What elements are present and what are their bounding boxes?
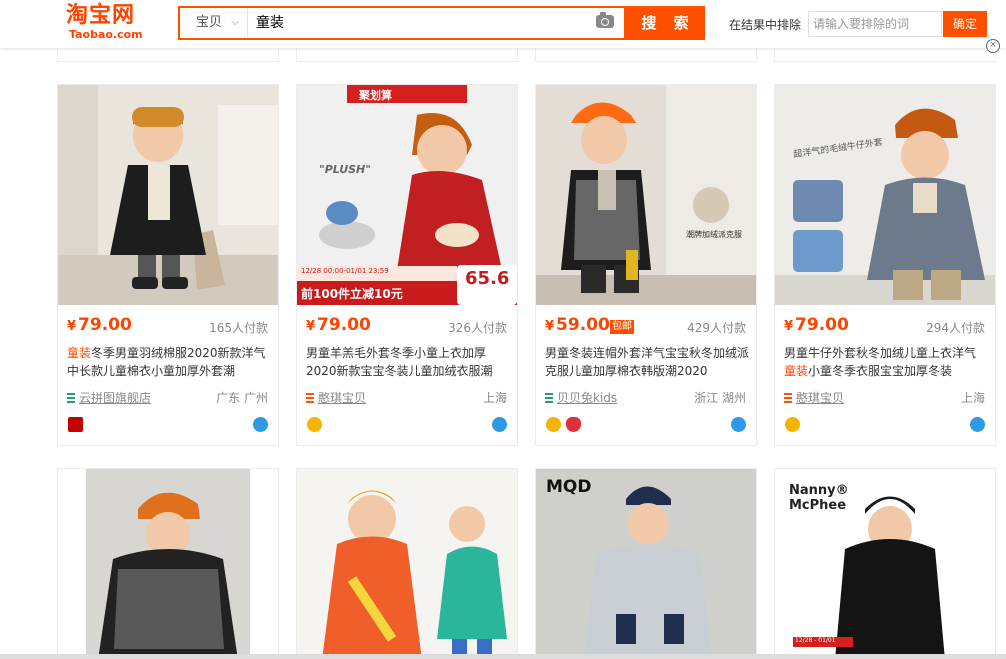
gold-seller-badge-icon — [785, 417, 800, 432]
product-card[interactable]: 潮牌加绒派克服 ¥59.00 包邮 429人付款 男童冬装连帽外套洋气宝宝秋冬加… — [535, 84, 757, 446]
chevron-down-icon: ⌵ — [231, 17, 239, 28]
juhuasuan-banner: 聚划算 — [359, 89, 392, 102]
shop-icon — [306, 393, 314, 403]
logo-text-en: Taobao.com — [69, 28, 143, 41]
product-card[interactable]: 聚划算 "PLUSH" 12/28 00:00-01/01 23:59 前100… — [296, 84, 518, 446]
gold-seller-badge-icon — [307, 417, 322, 432]
wangwang-chat-icon[interactable] — [731, 417, 746, 432]
image-caption: 潮牌加绒派克服 — [686, 230, 742, 239]
product-card[interactable] — [296, 468, 518, 659]
confirm-button[interactable]: 确定 — [943, 11, 987, 37]
product-title[interactable]: 男童牛仔外套秋冬加绒儿童上衣洋气童装小童冬季衣服宝宝加厚冬装 — [784, 344, 988, 380]
location: 浙江 湖州 — [694, 391, 746, 405]
sold-count: 429人付款 — [687, 321, 746, 335]
product-card[interactable]: Nanny® McPhee 12/28 - 01/01 — [774, 468, 996, 659]
shop-link[interactable]: 贝贝兔kids — [545, 389, 617, 406]
location: 上海 — [960, 391, 985, 405]
search-box: 宝贝 ⌵ 童装 — [178, 6, 626, 40]
product-image[interactable] — [536, 469, 756, 659]
product-title[interactable]: 男童冬装连帽外套洋气宝宝秋冬加绒派克服儿童加厚棉衣韩版潮2020 — [545, 344, 749, 380]
product-card[interactable]: ¥79.00 165人付款 童装冬季男童羽绒棉服2020新款洋气中长款儿童棉衣小… — [57, 84, 279, 446]
product-card[interactable]: 超洋气的毛绒牛仔外套 ¥79.00 294人付款 男童牛仔外套秋冬加绒儿童上衣洋… — [774, 84, 996, 446]
product-card[interactable] — [57, 468, 279, 659]
top-search-bar: 淘宝网 Taobao.com 宝贝 ⌵ 童装 搜 索 在结果中排除 请输入要排除… — [0, 0, 1006, 48]
free-shipping-badge: 包邮 — [610, 320, 634, 334]
product-price: ¥59.00 — [545, 315, 610, 335]
location: 广东 广州 — [216, 391, 268, 405]
shop-icon — [784, 393, 792, 403]
wangwang-chat-icon[interactable] — [970, 417, 985, 432]
exclude-label: 在结果中排除 — [729, 18, 802, 32]
product-price: ¥79.00 — [67, 315, 132, 335]
image-caption: "PLUSH" — [319, 163, 371, 176]
camera-icon[interactable] — [596, 12, 614, 28]
product-price: ¥79.00 — [784, 315, 849, 335]
rose-badge-icon — [566, 417, 581, 432]
brand-logo: MQD — [546, 477, 592, 497]
shop-icon — [545, 393, 553, 403]
product-title[interactable]: 男童羊羔毛外套冬季小童上衣加厚2020新款宝宝冬装儿童加绒衣服潮 — [306, 344, 510, 380]
promo-price: 65.6 — [465, 268, 510, 289]
search-scope-select[interactable]: 宝贝 ⌵ — [180, 8, 248, 38]
product-card[interactable]: MQD — [535, 468, 757, 659]
product-price: ¥79.00 — [306, 315, 371, 335]
product-image[interactable]: 超洋气的毛绒牛仔外套 — [775, 85, 995, 305]
product-image[interactable] — [297, 469, 517, 659]
tmall-badge-icon — [68, 417, 83, 432]
brand-logo: Nanny® McPhee — [789, 483, 849, 513]
exclude-input[interactable]: 请输入要排除的词 — [808, 11, 942, 37]
horizontal-scrollbar[interactable] — [0, 654, 1006, 659]
shop-link[interactable]: 憨琪宝贝 — [306, 389, 366, 406]
shop-link[interactable]: 云拼图旗舰店 — [67, 389, 151, 406]
sold-count: 294人付款 — [926, 321, 985, 335]
promo-date: 12/28 - 01/01 — [795, 637, 836, 644]
shop-icon — [67, 393, 75, 403]
product-image[interactable]: 潮牌加绒派克服 — [536, 85, 756, 305]
product-image[interactable] — [58, 469, 278, 659]
close-icon[interactable]: × — [986, 39, 1000, 53]
wangwang-chat-icon[interactable] — [253, 417, 268, 432]
sold-count: 165人付款 — [209, 321, 268, 335]
promo-date: 12/28 00:00-01/01 23:59 — [301, 267, 389, 275]
product-image[interactable] — [58, 85, 278, 305]
search-button[interactable]: 搜 索 — [625, 6, 705, 40]
product-image[interactable]: 聚划算 "PLUSH" 12/28 00:00-01/01 23:59 前100… — [297, 85, 517, 305]
logo-text-cn: 淘宝网 — [66, 3, 136, 28]
wangwang-chat-icon[interactable] — [492, 417, 507, 432]
search-input[interactable]: 童装 — [256, 8, 586, 38]
taobao-logo[interactable]: 淘宝网 Taobao.com — [66, 4, 150, 44]
scope-label: 宝贝 — [196, 15, 223, 30]
shop-link[interactable]: 憨琪宝贝 — [784, 389, 844, 406]
promo-text: 前100件立减10元 — [301, 287, 403, 301]
gold-seller-badge-icon — [546, 417, 561, 432]
sold-count: 326人付款 — [448, 321, 507, 335]
location: 上海 — [482, 391, 507, 405]
product-title[interactable]: 童装冬季男童羽绒棉服2020新款洋气中长款儿童棉衣小童加厚外套潮 — [67, 344, 271, 380]
